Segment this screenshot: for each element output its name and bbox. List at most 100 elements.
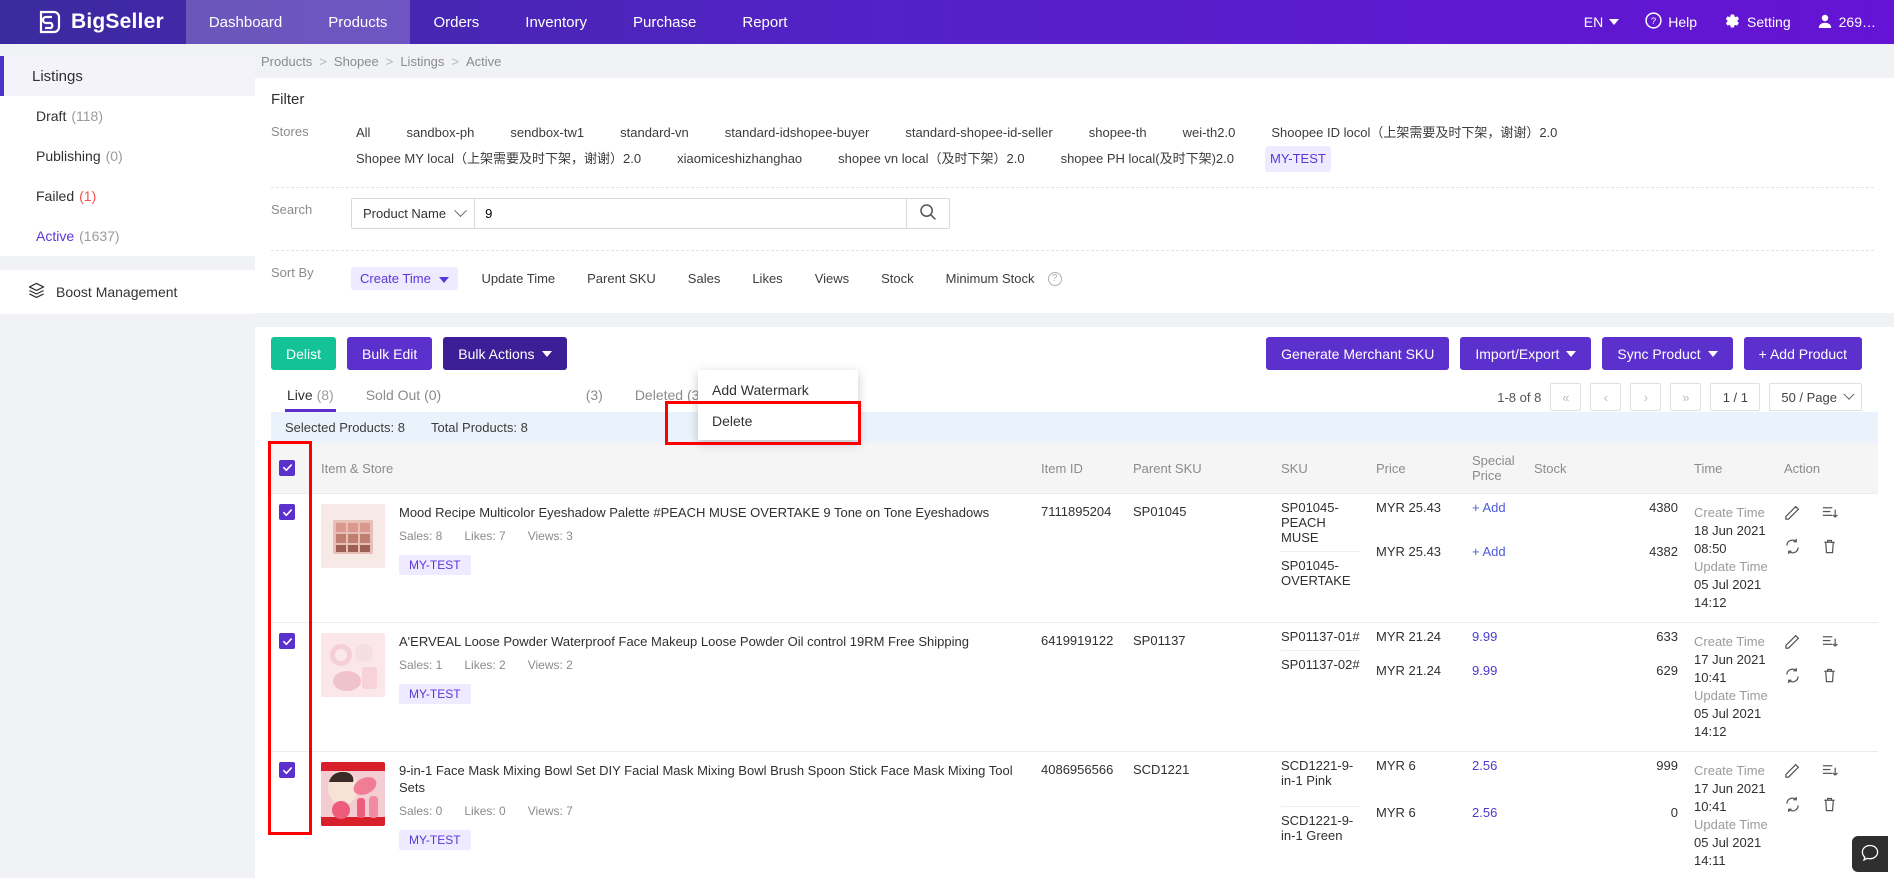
bulk-actions-button[interactable]: Bulk Actions [443, 337, 567, 370]
row-actions [1784, 504, 1870, 558]
store-chip-shopee-vn-local[interactable]: shopee vn local（及时下架）2.0 [833, 146, 1029, 172]
dropdown-item-delete[interactable]: Delete [698, 405, 858, 436]
delete-icon[interactable] [1821, 796, 1838, 816]
sidebar-item-boost-management[interactable]: Boost Management [0, 270, 255, 314]
sidebar-item-failed[interactable]: Failed (1) [0, 176, 255, 216]
store-chip-shoopee-id-locol[interactable]: Shoopee ID locol（上架需要及时下架，谢谢）2.0 [1266, 120, 1562, 146]
sort-option-update-time[interactable]: Update Time [472, 267, 564, 290]
edit-icon[interactable] [1784, 762, 1801, 782]
special-price-value[interactable]: 9.99 [1472, 623, 1518, 650]
sort-option-create-time[interactable]: Create Time [351, 267, 459, 290]
store-chip-standard-idshopee-buyer[interactable]: standard-idshopee-buyer [720, 120, 875, 146]
breadcrumb-shopee[interactable]: Shopee [334, 54, 379, 69]
help-button[interactable]: ? Help [1645, 12, 1697, 32]
tab-delisted[interactable]: Delisted (3) [457, 382, 619, 412]
edit-icon[interactable] [1784, 633, 1801, 653]
add-product-button[interactable]: + Add Product [1743, 337, 1862, 370]
sync-icon[interactable] [1784, 667, 1801, 687]
sidebar-item-publishing[interactable]: Publishing (0) [0, 136, 255, 176]
pagination-first-button[interactable]: « [1550, 383, 1582, 411]
sort-option-stock[interactable]: Stock [872, 267, 923, 290]
search-input[interactable] [474, 198, 907, 229]
select-all-checkbox[interactable] [279, 459, 295, 476]
row-checkbox[interactable] [279, 633, 295, 649]
list-export-icon[interactable] [1821, 762, 1838, 782]
edit-icon[interactable] [1784, 504, 1801, 524]
delist-button[interactable]: Delist [271, 337, 337, 370]
table-header: Item & Store Item ID Parent SKU SKU Pric… [271, 443, 1878, 494]
special-price-value[interactable]: 2.56 [1472, 752, 1518, 779]
store-chip-sandbox-ph[interactable]: sandbox-ph [401, 120, 479, 146]
sort-option-sales[interactable]: Sales [679, 267, 730, 290]
setting-button[interactable]: Setting [1723, 12, 1791, 33]
sync-icon[interactable] [1784, 796, 1801, 816]
sort-option-views[interactable]: Views [806, 267, 858, 290]
sort-option-likes[interactable]: Likes [743, 267, 791, 290]
nav-item-dashboard[interactable]: Dashboard [185, 0, 306, 44]
breadcrumb-active[interactable]: Active [466, 54, 501, 69]
list-export-icon[interactable] [1821, 633, 1838, 653]
sidebar-item-active[interactable]: Active (1637) [0, 216, 255, 256]
tab-live[interactable]: Live (8) [271, 382, 350, 412]
store-chip-my-test[interactable]: MY-TEST [1264, 146, 1331, 172]
sort-option-parent-sku[interactable]: Parent SKU [578, 267, 665, 290]
nav-item-report[interactable]: Report [719, 0, 810, 44]
sync-product-button[interactable]: Sync Product [1602, 337, 1733, 370]
store-chip-shopee-ph-local[interactable]: shopee PH local(及时下架)2.0 [1056, 146, 1239, 172]
search-field-select[interactable]: Product Name [351, 198, 475, 229]
sync-icon[interactable] [1784, 538, 1801, 558]
generate-merchant-sku-button[interactable]: Generate Merchant SKU [1266, 337, 1450, 370]
store-chip-standard-vn[interactable]: standard-vn [615, 120, 694, 146]
variant-sku: SP01045-PEACH MUSE [1281, 500, 1339, 545]
page-size-select[interactable]: 50 / Page [1769, 383, 1862, 411]
sidebar-item-draft[interactable]: Draft (118) [0, 96, 255, 136]
dropdown-item-add-watermark[interactable]: Add Watermark [698, 374, 858, 405]
nav-item-purchase[interactable]: Purchase [610, 0, 719, 44]
store-chip-xiaomiceshizhanghao[interactable]: xiaomiceshizhanghao [672, 146, 807, 172]
breadcrumb-products[interactable]: Products [261, 54, 312, 69]
store-chip-standard-shopee-id-seller[interactable]: standard-shopee-id-seller [900, 120, 1057, 146]
brand-logo-area[interactable]: BigSeller [0, 0, 186, 44]
delete-icon[interactable] [1821, 667, 1838, 687]
add-special-price-link[interactable]: + Add [1472, 494, 1518, 521]
breadcrumb-listings[interactable]: Listings [400, 54, 444, 69]
list-export-icon[interactable] [1821, 504, 1838, 524]
sort-option-minimum-stock[interactable]: Minimum Stock [937, 267, 1044, 290]
store-chip-all[interactable]: All [351, 120, 375, 146]
pagination-last-button[interactable]: » [1670, 383, 1702, 411]
tab-sold-out[interactable]: Sold Out (0) [350, 382, 458, 412]
nav-item-orders[interactable]: Orders [410, 0, 502, 44]
pagination-next-button[interactable]: › [1630, 383, 1662, 411]
import-export-button[interactable]: Import/Export [1460, 337, 1592, 370]
store-chip-wei-th2[interactable]: wei-th2.0 [1178, 120, 1241, 146]
sidebar-section-listings[interactable]: Listings [0, 56, 255, 96]
special-price-value[interactable]: 9.99 [1472, 657, 1518, 684]
store-chip-shopee-th[interactable]: shopee-th [1084, 120, 1152, 146]
store-chip-shopee-my-local[interactable]: Shopee MY local（上架需要及时下架，谢谢）2.0 [351, 146, 646, 172]
product-thumbnail[interactable] [321, 762, 385, 826]
pagination-prev-button[interactable]: ‹ [1590, 383, 1622, 411]
product-thumbnail[interactable] [321, 504, 385, 568]
account-menu[interactable]: 269… [1817, 13, 1876, 32]
create-time-label: Create Time [1694, 763, 1765, 778]
special-price-value[interactable]: 2.56 [1472, 799, 1518, 826]
pagination-page-indicator[interactable]: 1 / 1 [1710, 383, 1761, 411]
product-title[interactable]: Mood Recipe Multicolor Eyeshadow Palette… [399, 504, 989, 521]
row-checkbox[interactable] [279, 504, 295, 520]
help-circle-icon[interactable]: ? [1047, 271, 1062, 286]
store-chip-sendbox-tw1[interactable]: sendbox-tw1 [505, 120, 589, 146]
add-special-price-link[interactable]: + Add [1472, 538, 1518, 565]
chevron-down-icon [454, 204, 467, 218]
language-selector[interactable]: EN [1584, 14, 1620, 30]
row-checkbox[interactable] [279, 762, 295, 778]
product-thumbnail[interactable] [321, 633, 385, 697]
delete-icon[interactable] [1821, 538, 1838, 558]
nav-item-inventory[interactable]: Inventory [502, 0, 610, 44]
product-title[interactable]: 9-in-1 Face Mask Mixing Bowl Set DIY Fac… [399, 762, 1025, 796]
nav-item-products[interactable]: Products [305, 0, 411, 44]
chat-support-button[interactable] [1852, 836, 1888, 872]
stock-cell: 633 629 [1526, 622, 1686, 752]
product-title[interactable]: A'ERVEAL Loose Powder Waterproof Face Ma… [399, 633, 969, 650]
bulk-edit-button[interactable]: Bulk Edit [347, 337, 433, 370]
search-button[interactable] [906, 198, 951, 229]
